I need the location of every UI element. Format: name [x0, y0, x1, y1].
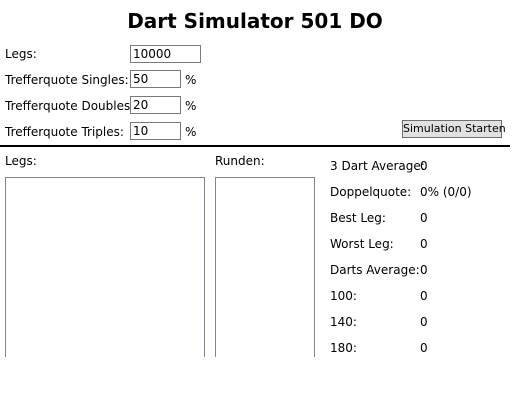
singles-input[interactable]: 50	[130, 70, 181, 88]
doubles-percent-unit: %	[185, 99, 197, 113]
singles-label: Trefferquote Singles:	[5, 73, 129, 87]
three-dart-average-value: 0	[420, 159, 428, 173]
app-window: Dart Simulator 501 DO Legs: 10000 Treffe…	[0, 0, 525, 400]
score-180-value: 0	[420, 341, 428, 355]
page-title: Dart Simulator 501 DO	[127, 9, 383, 33]
runden-list-header: Runden:	[215, 154, 265, 168]
doppelquote-value: 0% (0/0)	[420, 185, 472, 199]
score-100-label: 100:	[330, 289, 357, 303]
doppelquote-label: Doppelquote:	[330, 185, 412, 199]
best-leg-label: Best Leg:	[330, 211, 386, 225]
triples-input[interactable]: 10	[130, 122, 181, 140]
legs-listbox[interactable]	[5, 177, 205, 357]
score-180-label: 180:	[330, 341, 357, 355]
score-140-label: 140:	[330, 315, 357, 329]
score-140-value: 0	[420, 315, 428, 329]
best-leg-value: 0	[420, 211, 428, 225]
darts-average-label: Darts Average:	[330, 263, 420, 277]
runden-listbox[interactable]	[215, 177, 315, 357]
worst-leg-label: Worst Leg:	[330, 237, 394, 251]
triples-percent-unit: %	[185, 125, 197, 139]
score-100-value: 0	[420, 289, 428, 303]
section-divider	[0, 145, 510, 147]
doubles-input[interactable]: 20	[130, 96, 181, 114]
legs-input[interactable]: 10000	[130, 45, 201, 63]
darts-average-value: 0	[420, 263, 428, 277]
legs-list-header: Legs:	[5, 154, 37, 168]
triples-label: Trefferquote Triples:	[5, 125, 124, 139]
worst-leg-value: 0	[420, 237, 428, 251]
start-simulation-button[interactable]: Simulation Starten	[402, 120, 506, 138]
singles-percent-unit: %	[185, 73, 197, 87]
doubles-label: Trefferquote Doubles:	[5, 99, 135, 113]
three-dart-average-label: 3 Dart Average:	[330, 159, 425, 173]
legs-label: Legs:	[5, 47, 37, 61]
